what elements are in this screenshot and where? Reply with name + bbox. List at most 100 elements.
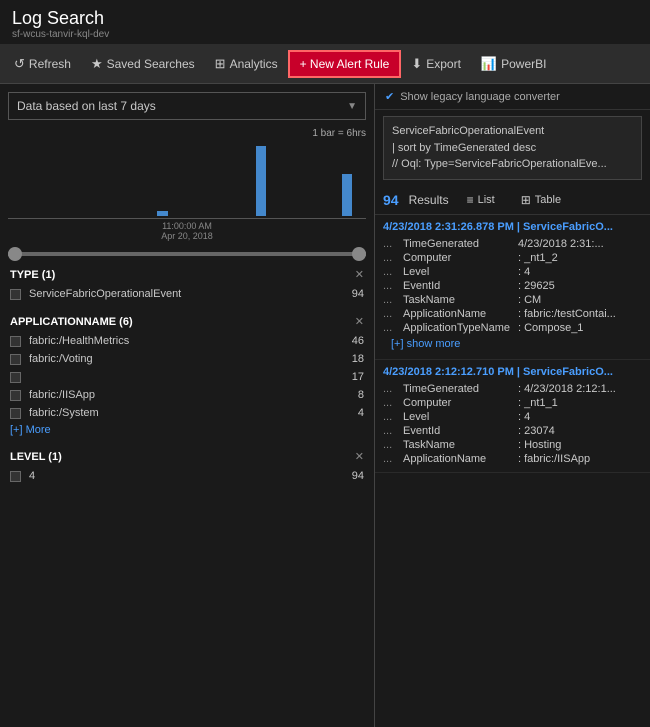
chart-bar: [108, 215, 118, 216]
filter-checkbox[interactable]: [10, 390, 21, 401]
result-field-value: : 4/23/2018 2:12:1...: [518, 383, 616, 395]
slider-left-thumb[interactable]: [8, 247, 22, 261]
slider-track[interactable]: [8, 252, 366, 256]
powerbi-icon: 📊: [481, 56, 497, 72]
chart-bar: [47, 215, 57, 216]
filter-checkbox[interactable]: [10, 354, 21, 365]
view-list-button[interactable]: ≡ List: [459, 190, 503, 210]
result-field-key: TaskName: [403, 439, 518, 451]
chart-bar: [96, 215, 106, 216]
filter-item[interactable]: fabric:/Voting18: [0, 350, 374, 368]
refresh-button[interactable]: ↺ Refresh: [4, 50, 81, 78]
filter-header-appname: APPLICATIONNAME (6)✕: [0, 311, 374, 332]
result-field-value: : 4: [518, 411, 530, 423]
result-expand-icon[interactable]: ...: [383, 238, 403, 250]
filter-title-type: TYPE (1): [10, 269, 55, 281]
chart-bar: [170, 215, 180, 216]
filter-item-label: ServiceFabricOperationalEvent: [29, 288, 181, 300]
left-panel: Data based on last 7 days ▼ 1 bar = 6hrs…: [0, 84, 375, 727]
filter-item-count: 94: [352, 470, 364, 482]
filter-item-label: fabric:/HealthMetrics: [29, 335, 129, 347]
result-expand-icon[interactable]: ...: [383, 439, 403, 451]
result-expand-icon[interactable]: ...: [383, 425, 403, 437]
result-expand-icon[interactable]: ...: [383, 453, 403, 465]
result-title[interactable]: 4/23/2018 2:12:12.710 PM | ServiceFabric…: [383, 366, 642, 378]
view-table-button[interactable]: ⊞ Table: [513, 190, 569, 210]
result-field-value: : fabric:/testContai...: [518, 308, 616, 320]
legacy-toggle[interactable]: ✔ Show legacy language converter: [375, 84, 650, 110]
powerbi-button[interactable]: 📊 PowerBI: [471, 50, 557, 78]
result-field-value: : _nt1_2: [518, 252, 558, 264]
star-icon: ★: [91, 56, 103, 72]
table-icon: ⊞: [521, 193, 531, 207]
export-button[interactable]: ⬇ Export: [401, 50, 471, 78]
results-list: 4/23/2018 2:31:26.878 PM | ServiceFabric…: [375, 215, 650, 727]
result-field-key: Level: [403, 411, 518, 423]
result-expand-icon[interactable]: ...: [383, 411, 403, 423]
saved-searches-button[interactable]: ★ Saved Searches: [81, 50, 205, 78]
query-box: ServiceFabricOperationalEvent | sort by …: [383, 116, 642, 180]
result-field: ...TaskName: CM: [383, 293, 642, 307]
filter-item[interactable]: 4 94: [0, 467, 374, 485]
result-entry: 4/23/2018 2:31:26.878 PM | ServiceFabric…: [375, 215, 650, 360]
result-field-key: Level: [403, 266, 518, 278]
chart-bar: [71, 215, 81, 216]
filter-item[interactable]: fabric:/HealthMetrics46: [0, 332, 374, 350]
result-expand-icon[interactable]: ...: [383, 252, 403, 264]
result-expand-icon[interactable]: ...: [383, 308, 403, 320]
filter-checkbox[interactable]: [10, 372, 21, 383]
legacy-check-icon: ✔: [385, 90, 394, 103]
filter-close-appname[interactable]: ✕: [355, 315, 364, 328]
chevron-down-icon: ▼: [347, 101, 357, 112]
chart-bar: [219, 215, 229, 216]
result-expand-icon[interactable]: ...: [383, 266, 403, 278]
result-field-key: EventId: [403, 425, 518, 437]
result-expand-icon[interactable]: ...: [383, 280, 403, 292]
analytics-icon: ⊞: [215, 56, 226, 72]
filter-checkbox[interactable]: [10, 289, 21, 300]
chart-area: 1 bar = 6hrs 11:00:00 AM Apr 20, 2018: [8, 128, 366, 248]
filter-item[interactable]: 17: [0, 368, 374, 386]
filter-item-label: 4: [29, 470, 35, 482]
slider-right-thumb[interactable]: [352, 247, 366, 261]
filter-checkbox[interactable]: [10, 471, 21, 482]
filter-section-appname: APPLICATIONNAME (6)✕fabric:/HealthMetric…: [0, 311, 374, 438]
result-field: ...EventId: 29625: [383, 279, 642, 293]
filter-close-type[interactable]: ✕: [355, 268, 364, 281]
result-expand-icon[interactable]: ...: [383, 294, 403, 306]
filter-item[interactable]: ServiceFabricOperationalEvent94: [0, 285, 374, 303]
refresh-icon: ↺: [14, 56, 25, 72]
result-field: ...Level: 4: [383, 410, 642, 424]
date-selector[interactable]: Data based on last 7 days ▼: [8, 92, 366, 120]
chart-bar: [145, 215, 155, 216]
chart-bar: [35, 215, 45, 216]
result-title[interactable]: 4/23/2018 2:31:26.878 PM | ServiceFabric…: [383, 221, 642, 233]
result-expand-icon[interactable]: ...: [383, 322, 403, 334]
chart-bar: [317, 215, 327, 216]
new-alert-button[interactable]: + New Alert Rule: [288, 50, 402, 78]
export-icon: ⬇: [411, 56, 422, 72]
result-field: ...TimeGenerated: 4/23/2018 2:12:1...: [383, 382, 642, 396]
filter-close-level[interactable]: ✕: [355, 450, 364, 463]
chart-bar: [157, 211, 167, 216]
filter-header-type: TYPE (1) ✕: [0, 264, 374, 285]
date-selector-text: Data based on last 7 days: [17, 99, 156, 113]
filter-item[interactable]: fabric:/System4: [0, 404, 374, 422]
result-expand-icon[interactable]: ...: [383, 397, 403, 409]
result-field-key: EventId: [403, 280, 518, 292]
show-more-button[interactable]: [+] show more: [383, 335, 642, 353]
filter-more-appname[interactable]: [+] More: [0, 422, 374, 438]
analytics-button[interactable]: ⊞ Analytics: [205, 50, 288, 78]
filter-item-label: fabric:/IISApp: [29, 389, 95, 401]
results-count: 94: [383, 192, 399, 208]
result-field-value: : CM: [518, 294, 541, 306]
filter-item-count: 18: [352, 353, 364, 365]
result-expand-icon[interactable]: ...: [383, 383, 403, 395]
chart-canvas: 11:00:00 AM Apr 20, 2018: [8, 141, 366, 226]
filter-item[interactable]: fabric:/IISApp8: [0, 386, 374, 404]
filter-section-level: LEVEL (1)✕494: [0, 446, 374, 485]
filter-checkbox[interactable]: [10, 408, 21, 419]
result-field-value: 4/23/2018 2:31:...: [518, 238, 604, 250]
chart-bars: [8, 141, 366, 216]
filter-checkbox[interactable]: [10, 336, 21, 347]
